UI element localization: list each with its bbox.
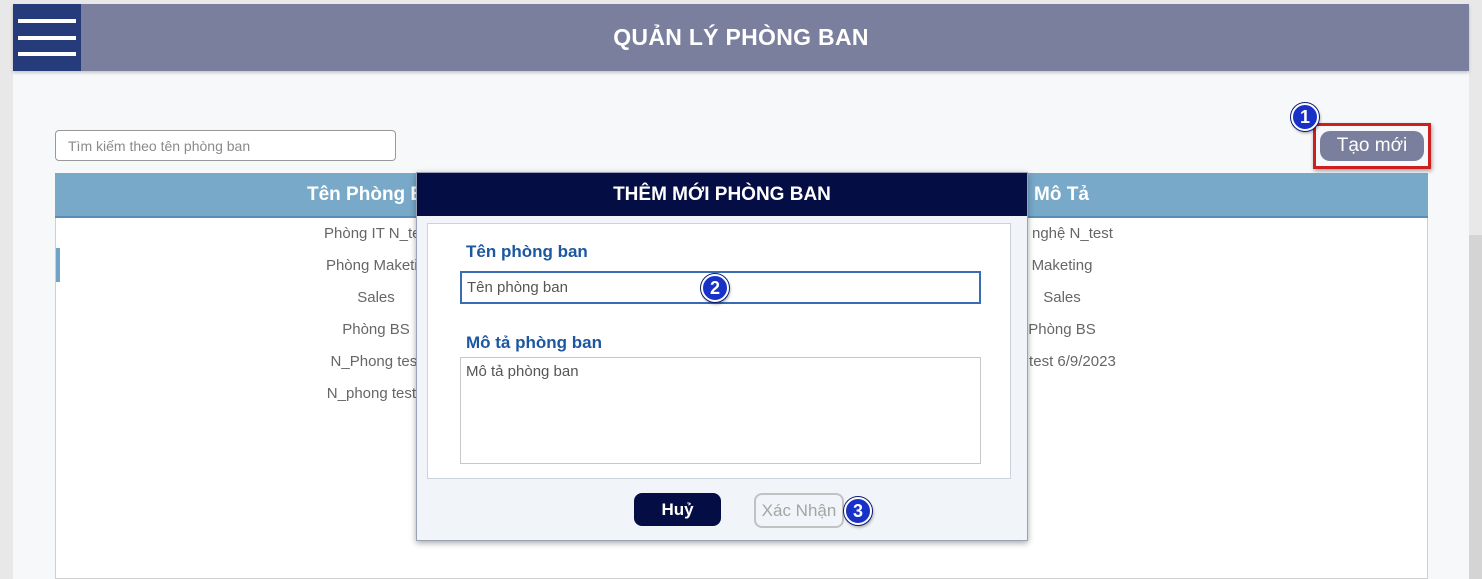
menu-bar — [18, 52, 76, 56]
column-header-name: Tên Phòng B — [307, 184, 425, 205]
dialog-title: THÊM MỚI PHÒNG BAN — [417, 173, 1027, 216]
department-description-input[interactable] — [460, 357, 981, 464]
dialog-form: Tên phòng ban Mô tả phòng ban — [427, 223, 1011, 479]
top-header: QUẢN LÝ PHÒNG BAN — [13, 4, 1469, 71]
create-button-highlight: Tạo mới — [1313, 123, 1431, 169]
step-marker-2: 2 — [701, 274, 729, 302]
create-button[interactable]: Tạo mới — [1320, 131, 1424, 161]
confirm-button[interactable]: Xác Nhận — [754, 493, 844, 528]
app-window: QUẢN LÝ PHÒNG BAN Tạo mới Tên Phòng B Mô… — [13, 4, 1469, 579]
step-marker-3: 3 — [844, 497, 872, 525]
menu-bar — [18, 19, 76, 23]
description-field-label: Mô tả phòng ban — [466, 333, 602, 352]
step-marker-1: 1 — [1291, 103, 1319, 131]
search-input[interactable] — [55, 130, 396, 161]
name-field-label: Tên phòng ban — [466, 242, 588, 261]
page-title: QUẢN LÝ PHÒNG BAN — [613, 24, 869, 50]
add-department-dialog: THÊM MỚI PHÒNG BAN Tên phòng ban Mô tả p… — [416, 172, 1028, 541]
column-header-description: Mô Tả — [1034, 184, 1089, 205]
scrollbar[interactable] — [1469, 235, 1482, 579]
cancel-button[interactable]: Huỷ — [634, 493, 721, 526]
